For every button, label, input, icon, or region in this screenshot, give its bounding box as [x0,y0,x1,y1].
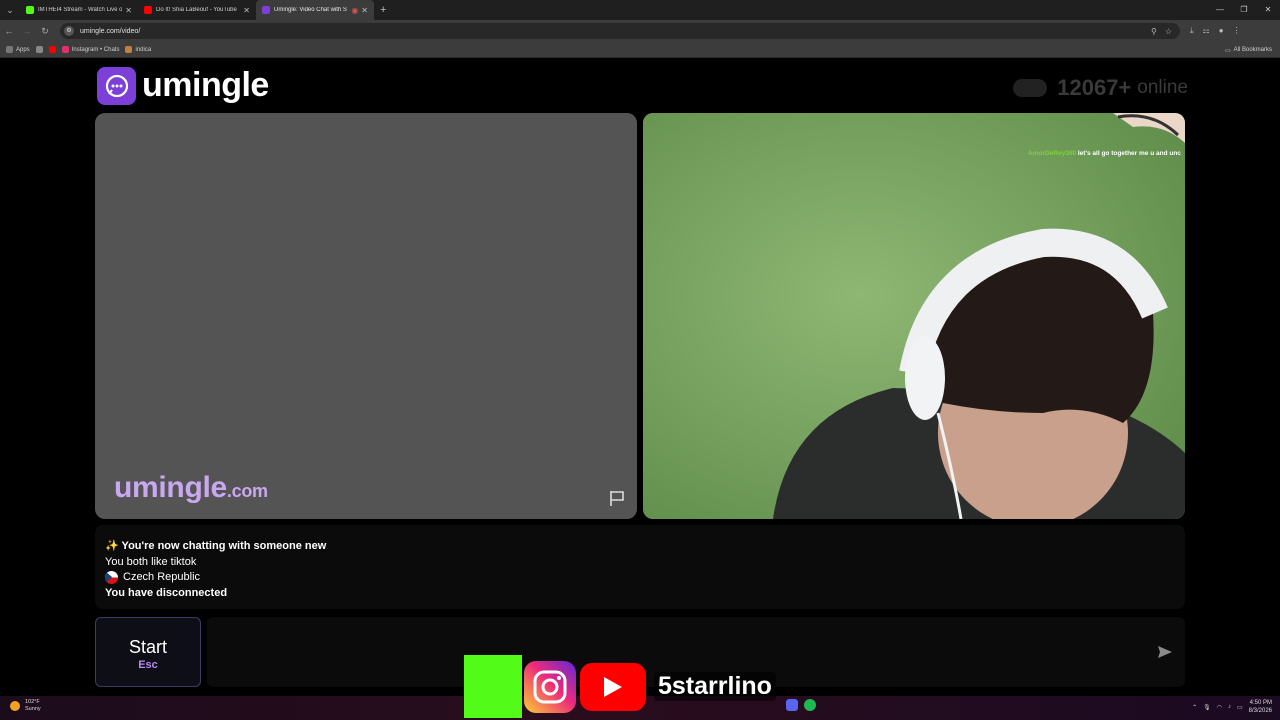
extensions-icon[interactable]: ⚏ [1203,26,1210,36]
chat-bubble-icon [97,66,136,105]
streamer-handle: 5starrlino [654,672,776,701]
weather-condition: Sunny [25,706,41,712]
back-icon[interactable]: ← [0,26,18,36]
overlay-chat-message: let's all go together me u and unc [1077,150,1181,157]
instagram-icon [61,46,69,53]
address-toolbar: ← → ↻ ⚙ umingle.com/video/ ⚲ ☆ ⤓ ⚏ ● ⋮ [0,20,1280,42]
weather-widget[interactable]: 102°F Sunny [10,699,41,713]
bookmark-star-icon[interactable]: ☆ [1165,27,1172,36]
spotify-icon[interactable] [804,699,816,711]
tab-search-icon[interactable]: ⌄ [0,0,20,20]
report-flag-icon[interactable] [608,489,626,507]
logo-text: umingle [142,66,269,104]
apps-grid-icon [6,46,13,53]
time: 4:50 PM [1249,700,1272,706]
tab-title: Umingle: Video Chat with S [274,7,347,13]
stranger-video-panel [643,113,1185,519]
window-controls: — ❐ ✕ [1208,0,1280,20]
watermark-main: umingle [114,471,227,504]
download-icon[interactable]: ⤓ [1190,26,1194,36]
tab-umingle[interactable]: Umingle: Video Chat with S ◉ ✕ [256,0,374,20]
instagram-logo-icon [524,660,576,713]
all-bookmarks-label: All Bookmarks [1233,47,1272,53]
reload-icon[interactable]: ↻ [36,26,54,37]
tab-kick-stream[interactable]: IMTHEI4 Stream - Watch Live o ✕ [20,0,138,20]
webcam-feed-image [643,113,1185,519]
wifi-icon[interactable]: ◠ [1217,704,1222,711]
kick-favicon-icon [26,6,34,14]
zoom-icon[interactable]: ⚲ [1151,27,1157,36]
bookmark-apps[interactable]: Apps [6,46,30,53]
taskbar-pinned-apps [786,699,816,711]
address-bar[interactable]: ⚙ umingle.com/video/ ⚲ ☆ [60,23,1180,39]
temperature: 102°F [25,699,40,705]
youtube-icon [48,46,56,53]
volume-icon[interactable]: ♪ [1228,704,1231,710]
watermark-suffix: .com [226,481,268,501]
czech-flag-icon [105,571,118,585]
bookmark-label: Apps [16,46,30,53]
start-label: Start [128,637,167,657]
youtube-logo-icon [580,662,646,711]
send-icon[interactable] [1157,644,1173,660]
chat-common-interest: You both like tiktok [105,555,197,568]
umingle-watermark: umingle.com [114,471,268,505]
online-counter: 12067+ online [1013,75,1188,101]
folder-icon: ▭ [1224,47,1231,54]
all-bookmarks[interactable]: ▭ All Bookmarks [1225,42,1272,58]
browser-menu-icon[interactable]: ⋮ [1233,26,1241,36]
bookmark-indica[interactable]: indica [125,46,151,53]
start-shortcut: Esc [138,659,158,671]
tab-youtube[interactable]: Do It! Shia LaBeouf - YouTube ✕ [138,0,256,20]
tab-title: Do It! Shia LaBeouf - YouTube [156,7,237,13]
new-tab-button[interactable]: + [380,4,386,16]
bookmark-label: indica [135,46,152,53]
bookmarks-bar: Apps Instagram • Chats indica ▭ All Book… [0,42,1280,58]
url-text[interactable]: umingle.com/video/ [80,28,1151,35]
start-button[interactable]: Start Esc [95,617,201,687]
clock[interactable]: 4:50 PM 8/3/2026 [1249,699,1272,715]
close-tab-icon[interactable]: ✕ [361,6,368,15]
chat-country: Czech Republic [105,570,1175,586]
stream-chat-overlay: AmorDeRey360 let's all go together me u … [1028,150,1181,157]
site-info-icon[interactable]: ⚙ [64,26,74,36]
bookmark-instagram-chats[interactable]: Instagram • Chats [61,46,120,53]
online-label: online [1137,77,1188,98]
site-logo[interactable]: umingle [97,66,269,105]
tray-overflow-icon[interactable]: ⌃ [1192,704,1197,711]
profile-avatar-icon[interactable]: ● [1219,26,1224,36]
discord-icon[interactable] [786,699,798,711]
tab-title: IMTHEI4 Stream - Watch Live o [38,7,123,13]
minimize-icon[interactable]: — [1208,0,1232,20]
sun-icon [10,701,20,711]
theme-toggle[interactable] [1013,79,1048,97]
chat-status-new: ✨ You're now chatting with someone new [105,540,327,552]
country-name: Czech Republic [123,571,201,583]
close-window-icon[interactable]: ✕ [1256,0,1280,20]
kick-logo-icon [464,655,522,718]
bookmark-youtube[interactable] [48,46,56,53]
system-tray: ⌃ 🎙 ◠ ♪ ▭ 4:50 PM 8/3/2026 [1192,699,1272,715]
online-count: 12067+ [1057,75,1132,100]
youtube-favicon-icon [144,6,152,14]
stream-social-banner: 5starrlino [464,655,776,718]
bookmark-label: Instagram • Chats [71,46,120,53]
overlay-chat-user: AmorDeRey360 [1028,150,1077,157]
date: 8/3/2026 [1248,708,1272,714]
recording-indicator-icon: ◉ [351,5,359,15]
close-tab-icon[interactable]: ✕ [243,6,250,15]
bookmark-grid[interactable] [35,46,43,53]
forward-icon[interactable]: → [18,26,36,36]
grid-icon [35,46,43,53]
battery-icon[interactable]: ▭ [1237,704,1243,711]
chat-status-disconnected: You have disconnected [105,586,228,599]
microphone-icon[interactable]: 🎙 [1203,704,1211,711]
restore-icon[interactable]: ❐ [1232,0,1256,20]
umingle-favicon-icon [262,6,270,14]
browser-tab-bar: ⌄ IMTHEI4 Stream - Watch Live o ✕ Do It!… [0,0,1280,20]
leaf-icon [125,46,133,53]
local-video-panel: umingle.com [95,113,637,519]
close-tab-icon[interactable]: ✕ [125,6,132,15]
chat-log: ✨ You're now chatting with someone new Y… [95,525,1185,609]
